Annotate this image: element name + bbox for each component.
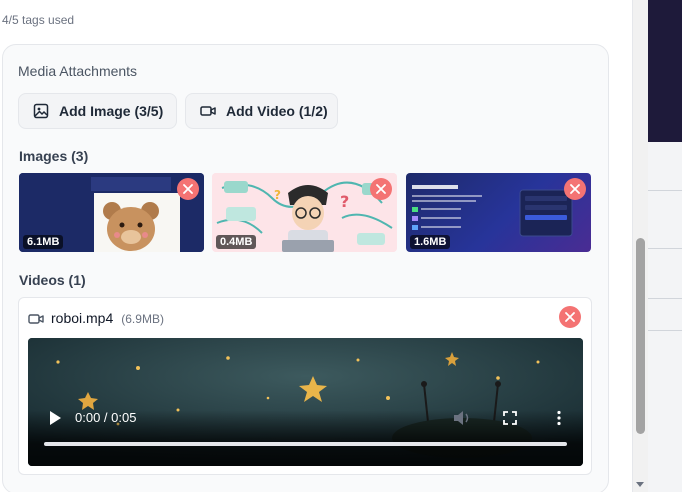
divider [648, 248, 682, 249]
scrollbar-thumb[interactable] [636, 238, 645, 434]
close-icon [376, 184, 386, 194]
video-progress-bar[interactable] [44, 442, 567, 446]
image-thumbnail[interactable]: ? ? 0.4MB [212, 173, 397, 252]
scroll-down-arrow-icon[interactable] [635, 476, 645, 487]
divider [648, 190, 682, 191]
remove-video-button[interactable] [559, 306, 581, 328]
svg-text:?: ? [274, 188, 281, 202]
add-video-button[interactable]: Add Video (1/2) [185, 93, 338, 129]
background-window [648, 0, 682, 492]
background-panel [648, 0, 682, 142]
tag-usage-text: 4/5 tags used [2, 13, 75, 27]
video-time: 0:00 / 0:05 [75, 410, 137, 425]
video-filename: roboi.mp4 [51, 310, 114, 326]
remove-image-button[interactable] [564, 178, 586, 200]
add-video-label: Add Video (1/2) [226, 103, 328, 119]
image-icon [33, 103, 49, 119]
divider [648, 298, 682, 299]
media-section-title: Media Attachments [18, 63, 138, 79]
video-camera-icon [200, 103, 216, 119]
fullscreen-icon[interactable] [503, 411, 517, 425]
file-size-badge: 1.6MB [410, 235, 451, 249]
play-icon[interactable] [48, 410, 62, 426]
close-icon [183, 184, 193, 194]
remove-image-button[interactable] [177, 178, 199, 200]
more-options-icon[interactable] [556, 410, 562, 426]
volume-muted-icon[interactable] [453, 410, 471, 426]
images-heading: Images (3) [19, 148, 89, 164]
svg-text:?: ? [340, 192, 349, 211]
file-size-badge: 6.1MB [23, 235, 64, 249]
image-thumbnail[interactable]: 1.6MB [406, 173, 591, 252]
videos-heading: Videos (1) [19, 272, 86, 288]
video-camera-icon [28, 311, 44, 327]
modal-content: 4/5 tags used Media Attachments Add Imag… [0, 0, 632, 492]
remove-image-button[interactable] [370, 178, 392, 200]
add-image-button[interactable]: Add Image (3/5) [18, 93, 177, 129]
video-file-size: (6.9MB) [121, 312, 164, 326]
divider [648, 330, 682, 331]
video-player[interactable]: 0:00 / 0:05 [28, 338, 583, 466]
image-thumbnail[interactable]: 6.1MB [19, 173, 204, 252]
close-icon [570, 184, 580, 194]
add-image-label: Add Image (3/5) [59, 103, 164, 119]
close-icon [565, 312, 575, 322]
file-size-badge: 0.4MB [216, 235, 257, 249]
video-file-info: roboi.mp4 (6.9MB) [51, 310, 164, 326]
